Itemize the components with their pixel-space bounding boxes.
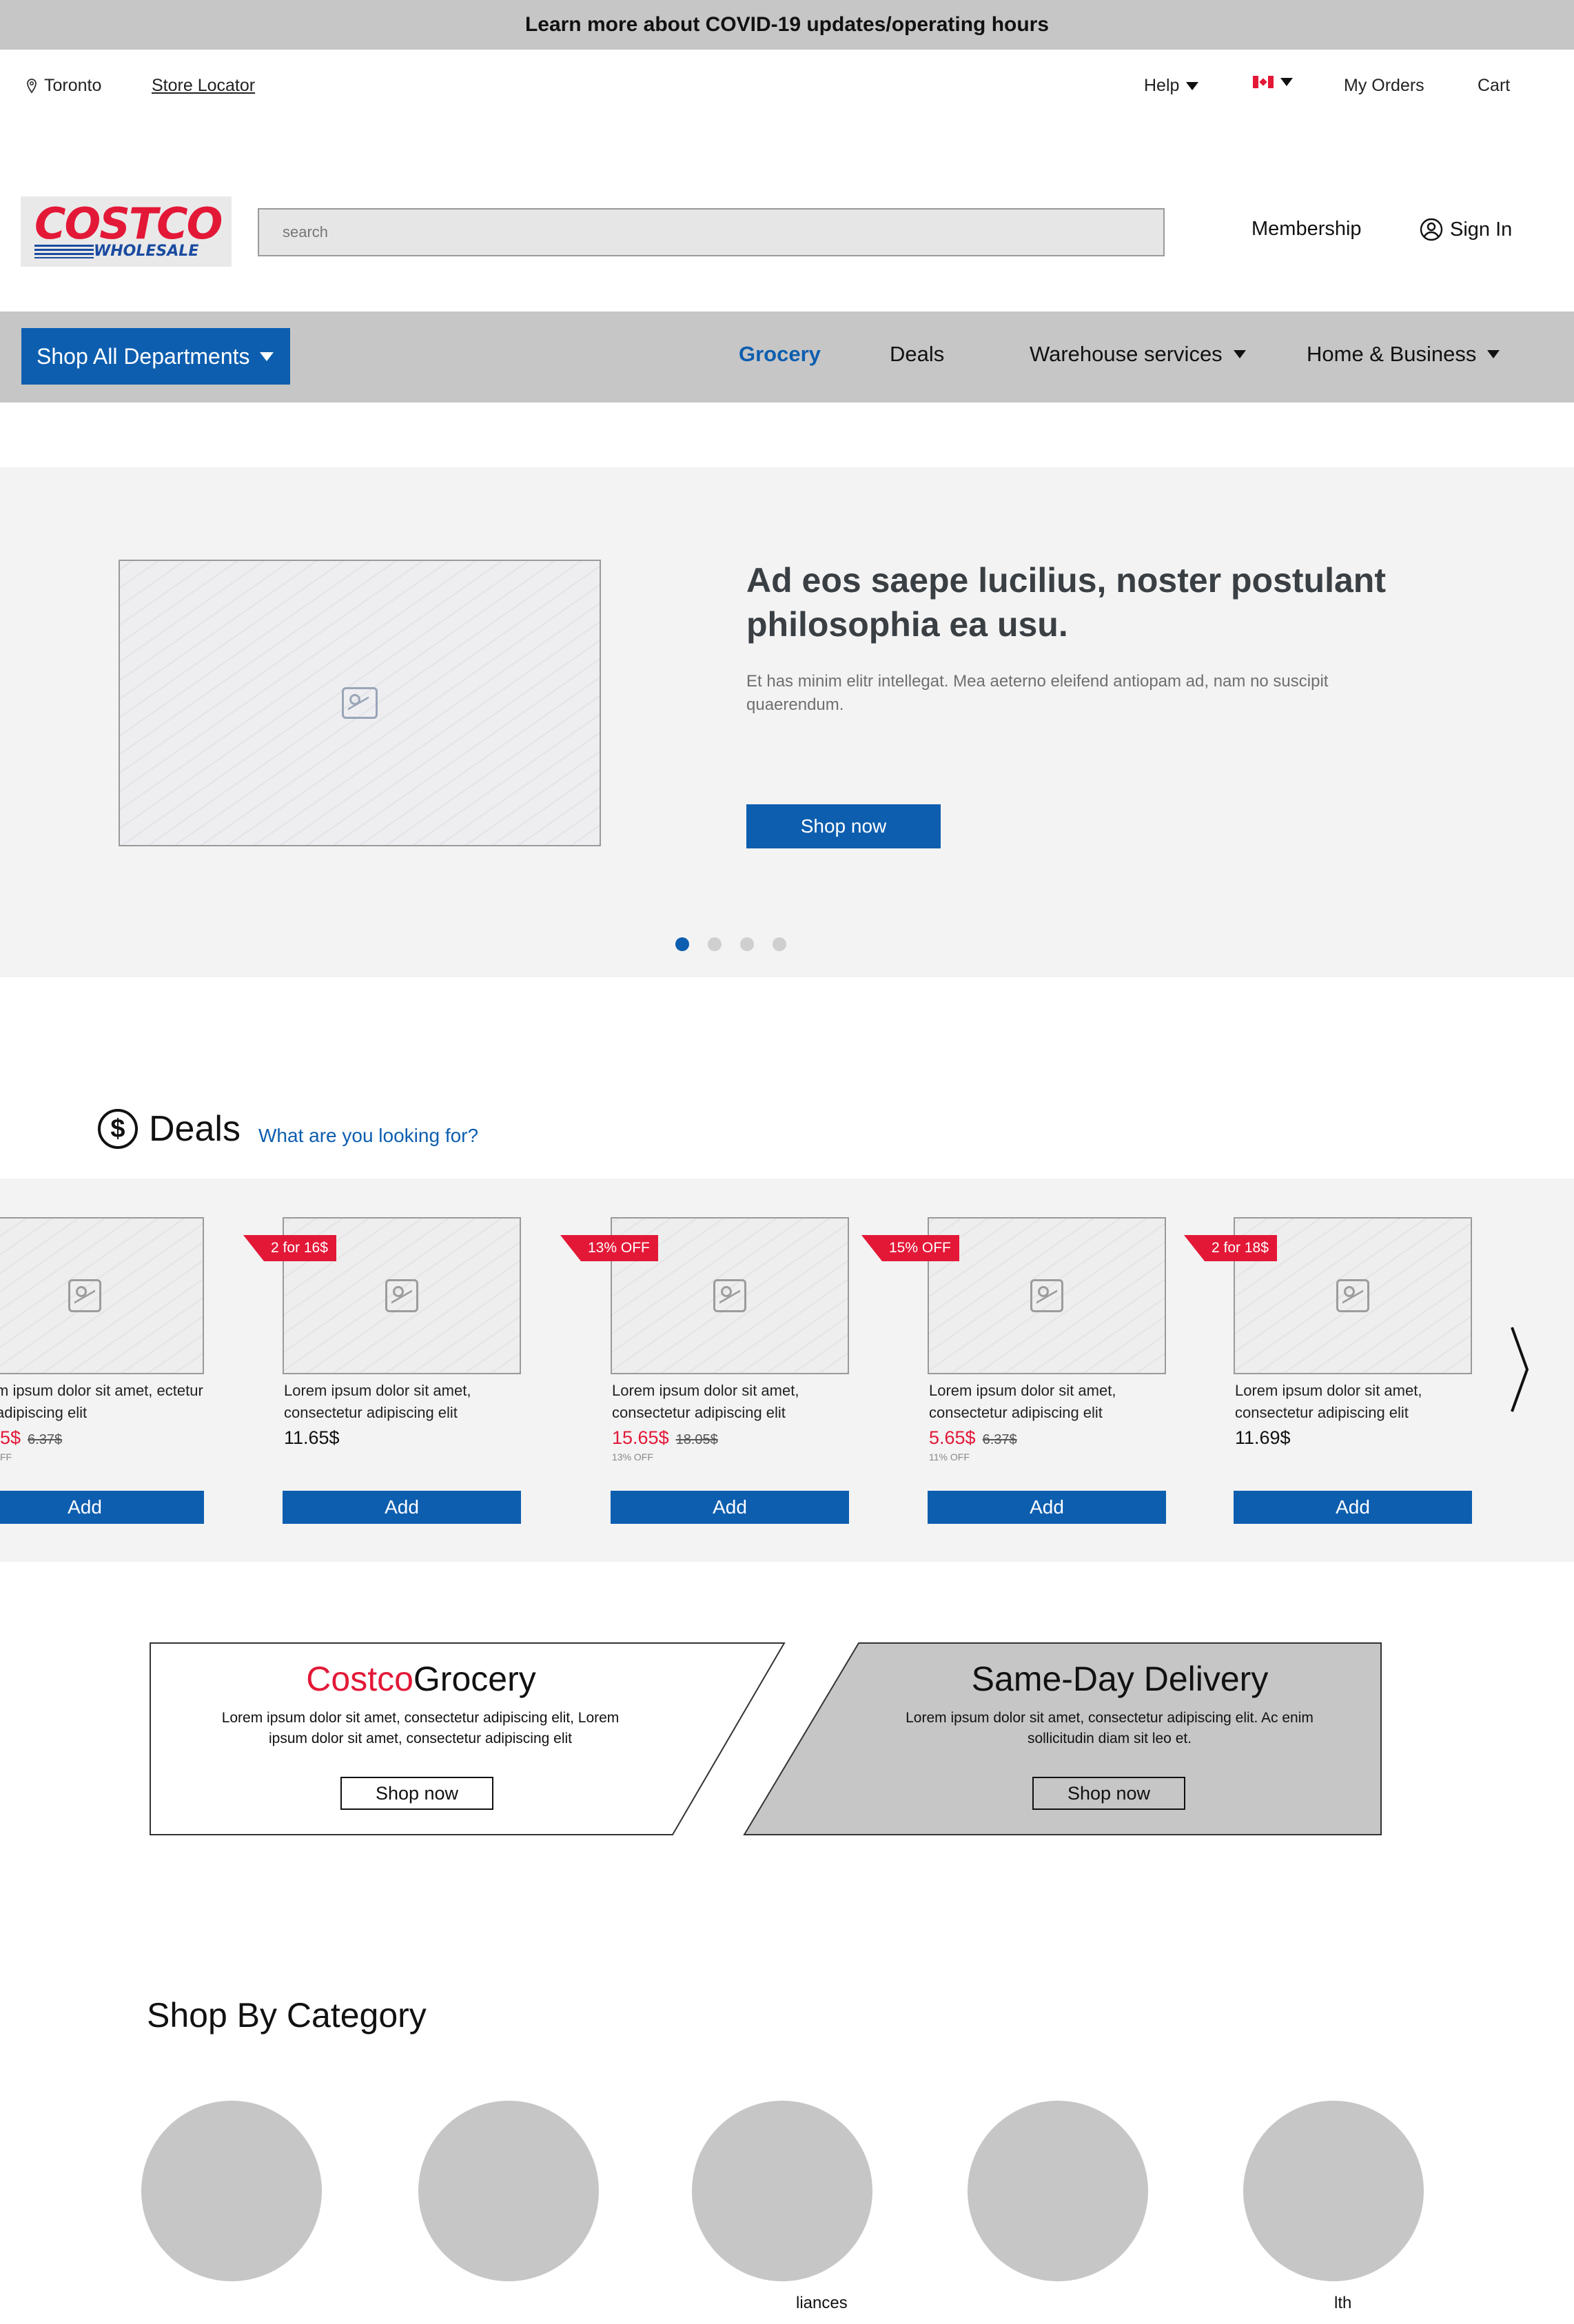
hero-image [119, 560, 601, 846]
add-to-cart-button[interactable]: Add [1234, 1491, 1472, 1524]
nav-home-business[interactable]: Home & Business [1307, 342, 1500, 367]
category-label: liances [796, 2294, 848, 2312]
nav-home-business-label: Home & Business [1307, 342, 1477, 366]
nav-deals[interactable]: Deals [890, 342, 944, 367]
price-current: 5$ [0, 1427, 21, 1448]
location-pin-icon [27, 78, 37, 94]
hero-title: Ad eos saepe lucilius, noster postulant … [746, 561, 1386, 644]
canada-flag-icon [1253, 76, 1274, 88]
delivery-banner-body: Lorem ipsum dolor sit amet, consectetur … [906, 1710, 1314, 1746]
product-description: Lorem ipsum dolor sit amet, consectetur … [1235, 1382, 1422, 1421]
sign-in-label: Sign In [1450, 218, 1513, 241]
nav-warehouse-label: Warehouse services [1030, 342, 1223, 366]
product-description: Lorem ipsum dolor sit amet, consectetur … [612, 1382, 799, 1421]
product-image[interactable] [928, 1217, 1166, 1374]
grocery-shop-now-button[interactable]: Shop now [340, 1777, 493, 1810]
chevron-down-icon [1487, 350, 1500, 358]
image-placeholder-icon [1336, 1279, 1369, 1312]
dollar-icon: $ [98, 1109, 138, 1149]
delivery-banner-title: Same-Day Delivery [971, 1660, 1269, 1698]
add-to-cart-button[interactable]: Add [611, 1491, 849, 1524]
price-old: 6.37$ [982, 1432, 1017, 1447]
chevron-down-icon [259, 351, 274, 361]
nav-warehouse-services[interactable]: Warehouse services [1030, 342, 1246, 367]
category-label: lth [1334, 2294, 1352, 2312]
image-placeholder-icon [68, 1279, 101, 1312]
membership-link[interactable]: Membership [1251, 218, 1362, 241]
product-description: Lorem ipsum dolor sit amet, consectetur … [284, 1382, 471, 1421]
discount-note: 11% OFF [929, 1451, 970, 1462]
logo-stripes [34, 245, 94, 258]
covid-banner-link[interactable]: Learn more about COVID-19 updates/operat… [0, 0, 1574, 50]
deal-tag: 15% OFF [861, 1235, 959, 1261]
search-input[interactable]: search [258, 208, 1165, 256]
delivery-shop-now-button[interactable]: Shop now [1032, 1777, 1185, 1810]
price-old: 18.05$ [675, 1432, 718, 1447]
logo-wordmark: COSTCO [34, 198, 223, 249]
shop-all-departments-button[interactable]: Shop All Departments [21, 328, 290, 385]
my-orders-link[interactable]: My Orders [1344, 76, 1424, 96]
price-current: 11.69$ [1235, 1427, 1291, 1448]
carousel-dot-3[interactable] [740, 937, 754, 951]
carousel-dot-1[interactable] [675, 937, 689, 951]
cart-link[interactable]: Cart [1478, 76, 1510, 96]
grocery-banner-title: CostcoGrocery [149, 1659, 693, 1699]
location-selector[interactable]: Toronto [26, 76, 101, 96]
product-price: 11.69$ [1235, 1427, 1291, 1449]
add-to-cart-button[interactable]: Add [0, 1491, 204, 1524]
costco-logo[interactable]: COSTCO WHOLESALE [21, 196, 232, 267]
store-locator-link[interactable]: Store Locator [152, 76, 255, 96]
price-old: 6.37$ [28, 1432, 63, 1447]
help-menu[interactable]: Help [1144, 76, 1199, 96]
image-placeholder-icon [342, 687, 378, 719]
deals-title: Deals [149, 1109, 241, 1149]
chevron-down-icon [1280, 78, 1293, 86]
price-current: 11.65$ [284, 1427, 340, 1448]
hero-body: Et has minim elitr intellegat. Mea aeter… [746, 672, 1329, 714]
product-price: 15.65$ 18.05$ [612, 1427, 718, 1449]
location-label: Toronto [44, 76, 102, 95]
chevron-down-icon [1186, 81, 1199, 90]
deals-heading: $ Deals [98, 1108, 241, 1150]
user-icon [1420, 218, 1443, 241]
discount-note: 13% OFF [612, 1451, 653, 1462]
grocery-banner-body: Lorem ipsum dolor sit amet, consectetur … [221, 1710, 620, 1746]
deal-tag: 2 for 16$ [243, 1235, 336, 1261]
add-to-cart-button[interactable]: Add [928, 1491, 1166, 1524]
carousel-dot-2[interactable] [708, 937, 722, 951]
country-selector[interactable] [1253, 76, 1293, 88]
hero-shop-now-button[interactable]: Shop now [746, 804, 941, 848]
deals-search-link[interactable]: What are you looking for? [258, 1125, 478, 1147]
deal-tag: 2 for 18$ [1184, 1235, 1277, 1261]
deal-tag: 13% OFF [560, 1235, 658, 1261]
grocery-title-costco: Costco [306, 1660, 413, 1698]
product-description: m ipsum dolor sit amet, ectetur adipisci… [0, 1382, 203, 1421]
product-price: 5.65$ 6.37$ [929, 1427, 1017, 1449]
shop-all-label: Shop All Departments [37, 343, 250, 369]
price-current: 15.65$ [612, 1427, 669, 1448]
chevron-down-icon [1233, 350, 1246, 358]
shop-by-category-title: Shop By Category [147, 1996, 427, 2035]
product-description: Lorem ipsum dolor sit amet, consectetur … [929, 1382, 1116, 1421]
image-placeholder-icon [1030, 1279, 1063, 1312]
price-current: 5.65$ [929, 1427, 976, 1448]
logo-sub: WHOLESALE [34, 243, 232, 260]
add-to-cart-button[interactable]: Add [283, 1491, 521, 1524]
product-image[interactable] [0, 1217, 204, 1374]
nav-grocery[interactable]: Grocery [739, 342, 821, 367]
discount-note: FF [0, 1451, 12, 1462]
product-price: 5$ 6.37$ [0, 1427, 62, 1449]
image-placeholder-icon [713, 1279, 746, 1312]
help-label: Help [1144, 76, 1180, 95]
grocery-title-grocery: Grocery [413, 1660, 536, 1698]
image-placeholder-icon [385, 1279, 418, 1312]
sign-in-link[interactable]: Sign In [1420, 218, 1512, 241]
chevron-right-icon[interactable] [1509, 1325, 1530, 1414]
carousel-dot-4[interactable] [773, 937, 786, 951]
product-price: 11.65$ [284, 1427, 340, 1449]
logo-wholesale: WHOLESALE [94, 243, 199, 260]
